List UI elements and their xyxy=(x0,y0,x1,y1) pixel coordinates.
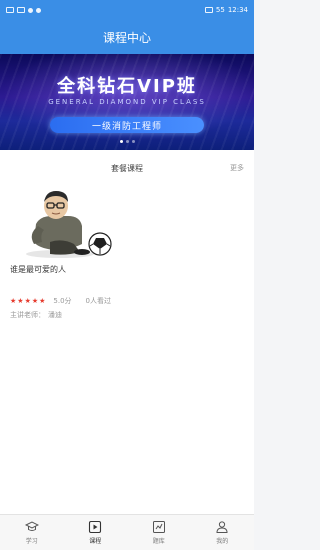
tab-study[interactable]: 学习 xyxy=(0,515,64,550)
banner-pill: 一级消防工程师 xyxy=(50,117,204,133)
course-teacher: 主讲老师： 潘迪 xyxy=(10,310,62,320)
graduation-cap-icon xyxy=(24,521,39,531)
page-title: 课程中心 xyxy=(102,30,151,45)
status-time: 12:34 xyxy=(227,6,248,14)
more-link[interactable]: 更多 xyxy=(230,163,244,173)
course-title[interactable]: 谁是最可爱的人 xyxy=(10,264,66,275)
tab-label: 我的 xyxy=(216,538,229,545)
title-bar: 课程中心 xyxy=(0,20,254,54)
banner-pill-label: 一级消防工程师 xyxy=(91,121,162,132)
play-icon xyxy=(89,520,102,534)
question-bank-icon xyxy=(152,521,165,533)
star-icon: ★ xyxy=(10,297,17,305)
signal-icon xyxy=(17,7,25,13)
carousel-dot xyxy=(131,140,135,143)
signal-icon xyxy=(6,7,14,13)
teacher-label: 主讲老师： xyxy=(10,311,45,319)
course-rating: ★ ★ ★ ★ ★ 5.0分 0人看过 xyxy=(10,296,111,306)
battery-icon xyxy=(204,7,213,13)
status-bar: 55 12:34 xyxy=(0,0,254,20)
user-icon xyxy=(216,521,228,533)
star-icon: ★ xyxy=(17,297,24,305)
tab-label: 课程 xyxy=(89,538,102,545)
wifi-icon xyxy=(28,7,33,13)
star-icon: ★ xyxy=(39,297,46,305)
tab-question-bank[interactable]: 题库 xyxy=(127,515,191,550)
rating-score: 5.0分 xyxy=(53,297,72,305)
package-courses-section: 套餐课程 更多 谁是最可爱的人 ★ ★ ★ ★ ★ 5.0分 0人看过 主讲老师… xyxy=(0,150,254,514)
carousel-indicator xyxy=(0,140,254,143)
learner-count: 0人看过 xyxy=(85,297,112,305)
star-icon: ★ xyxy=(31,297,39,305)
course-thumbnail[interactable] xyxy=(10,186,122,260)
section-title: 套餐课程 xyxy=(111,163,143,173)
star-rating: ★ ★ ★ ★ ★ xyxy=(10,297,45,305)
tab-me[interactable]: 我的 xyxy=(191,515,255,550)
banner[interactable]: 全科钻石VIP班 GENERAL DIAMOND VIP CLASS 一级消防工… xyxy=(0,54,254,150)
notification-icon xyxy=(36,7,41,13)
star-icon: ★ xyxy=(24,297,31,305)
tab-courses[interactable]: 课程 xyxy=(64,515,128,550)
tab-label: 学习 xyxy=(25,538,38,545)
section-header: 套餐课程 更多 xyxy=(0,150,254,186)
carousel-dot xyxy=(125,140,129,143)
carousel-dot xyxy=(119,140,123,143)
banner-subtitle: GENERAL DIAMOND VIP CLASS xyxy=(48,98,206,106)
bottom-tab-bar: 学习 课程 题库 我的 xyxy=(0,514,254,550)
teacher-name: 潘迪 xyxy=(48,311,62,319)
banner-title: 全科钻石VIP班 xyxy=(57,76,197,97)
tab-label: 题库 xyxy=(152,538,165,545)
battery-level: 55 xyxy=(215,6,225,14)
